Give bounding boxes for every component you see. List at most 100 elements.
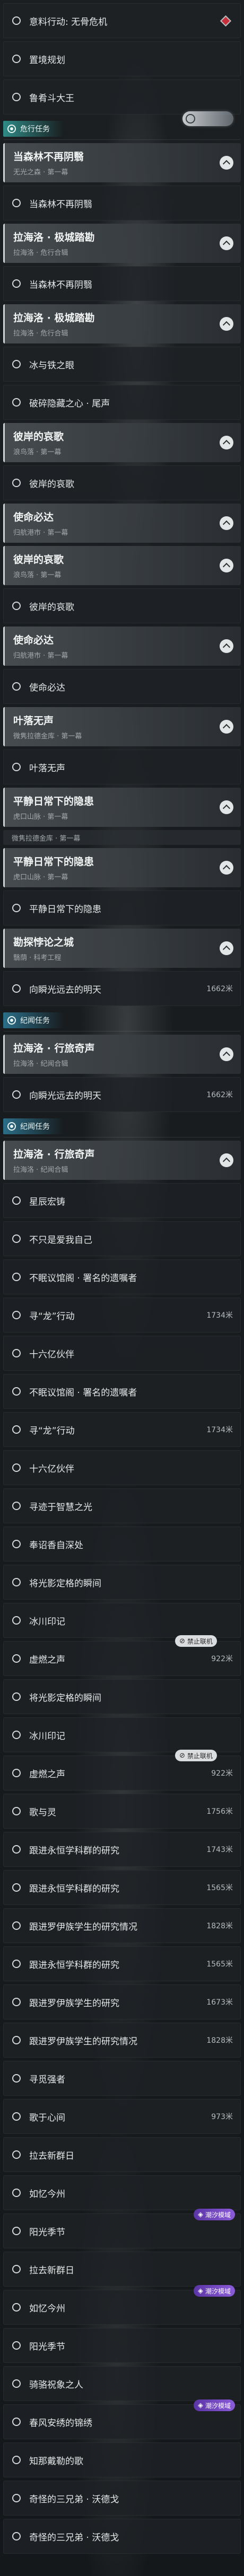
quest-item[interactable]: 虚燃之声 922米 禁止联机	[3, 1635, 241, 1676]
quest-item[interactable]: 彼岸的哀歌	[3, 465, 241, 500]
chevron-up-icon[interactable]	[220, 156, 233, 170]
chevron-up-icon[interactable]	[220, 436, 233, 449]
quest-title: 拉去新群日	[29, 2265, 74, 2276]
quest-item[interactable]: 寻“龙”行动 1734米	[3, 1412, 241, 1447]
quest-item[interactable]: 跟进罗伊族学生的研究情况 1828米	[3, 2023, 241, 2058]
quest-item[interactable]: 星辰宏铸	[3, 1183, 241, 1218]
quest-group-header[interactable]: 勘探悖论之城 翳荫 · 科考工程	[3, 929, 241, 968]
section-tag[interactable]: 纪闻任务	[3, 1118, 64, 1134]
quest-group-header[interactable]: 拉海洛 · 行旅奇声 拉海洛 · 纪闻合辑	[3, 1141, 241, 1180]
quest-item[interactable]: 歌于心间 973米	[3, 2099, 241, 2134]
quest-group-header[interactable]: 平静日常下的隐患 虎口山脉 · 第一幕	[3, 788, 241, 827]
quest-item[interactable]: 跟进罗伊族学生的研究情况 1828米	[3, 1908, 241, 1943]
quest-item[interactable]: 如忆今州	[3, 2175, 241, 2210]
quest-item[interactable]: 拉去新群日	[3, 2137, 241, 2172]
quest-title: 知那戴勒的歌	[29, 2456, 83, 2467]
quest-group-text: 拉海洛 · 极城踏勘 拉海洛 · 危行合辑	[13, 310, 94, 338]
quest-group-title: 拉海洛 · 极城踏勘	[13, 232, 95, 243]
quest-item[interactable]: 向瞬光远去的明天 1662米	[3, 1077, 241, 1112]
section-tag[interactable]: 纪闻任务	[3, 1012, 64, 1028]
quest-item[interactable]: 不眠议馆阁 · 署名的遗嘱者	[3, 1259, 241, 1294]
quest-item[interactable]: 彼岸的哀歌	[3, 588, 241, 623]
quest-group-header[interactable]: 彼岸的哀歌 浪鸟落 · 第一幕	[3, 546, 241, 585]
quest-group-header[interactable]: 使命必达 归航港市 · 第一幕	[3, 504, 241, 543]
quest-item[interactable]: 寻“龙”行动 1734米	[3, 1298, 241, 1333]
quest-group-subtitle: 虎口山脉 · 第一幕	[13, 874, 68, 881]
quest-group-header[interactable]: 当森林不再阴翳 无光之森 · 第一幕	[3, 143, 241, 182]
quest-item[interactable]: 当森林不再阴翳	[3, 186, 241, 220]
quest-item[interactable]: 十六亿伙伴	[3, 1450, 241, 1485]
quest-item[interactable]: 平静日常下的隐患	[3, 890, 241, 925]
quest-item[interactable]: 阳光季节	[3, 2328, 241, 2363]
quest-item[interactable]: 叶落无声	[3, 749, 241, 784]
quest-item[interactable]: 意料行动: 无骨危机	[3, 3, 241, 38]
chevron-up-icon[interactable]	[220, 720, 233, 734]
compass-icon	[7, 124, 16, 133]
quest-item[interactable]: 奇怪的三兄弟 · 沃德戈	[3, 2481, 241, 2516]
quest-item[interactable]: 骑骆祝象之人	[3, 2366, 241, 2401]
quest-item[interactable]: 冰与铁之眼	[3, 347, 241, 382]
quest-item[interactable]: 虚燃之声 922米 禁止联机	[3, 1750, 241, 1790]
quest-item[interactable]: 将光影定格的瞬间	[3, 1679, 241, 1714]
chevron-up-icon[interactable]	[220, 516, 233, 530]
quest-group-subtitle: 翳荫 · 科考工程	[13, 954, 62, 962]
quest-item[interactable]: 使命必达	[3, 669, 241, 704]
quest-item[interactable]: 鲁肴斗大王	[3, 80, 241, 114]
quest-item[interactable]: 春风安绣的锦绣 潮汐模域	[3, 2399, 241, 2439]
quest-item[interactable]: 阳光季节 潮汐模域	[3, 2209, 241, 2248]
quest-distance: 1828米	[206, 1922, 233, 1930]
chevron-up-icon[interactable]	[220, 1047, 233, 1061]
quest-item[interactable]: 不只是爱我自己	[3, 1221, 241, 1256]
quest-group-title: 当森林不再阴翳	[13, 151, 84, 163]
quest-item[interactable]: 跟进永恒学科群的研究 1565米	[3, 1870, 241, 1905]
quest-group-header[interactable]: 彼岸的哀歌 浪鸟落 · 第一幕	[3, 423, 241, 462]
quest-title: 十六亿伙伴	[29, 1349, 74, 1360]
chevron-up-icon[interactable]	[220, 639, 233, 653]
chevron-up-icon[interactable]	[220, 317, 233, 331]
quest-item[interactable]: 歌与灵 1756米	[3, 1794, 241, 1829]
quest-ring-icon	[12, 2379, 21, 2388]
quest-group-title: 使命必达	[13, 634, 54, 646]
quest-item[interactable]: 十六亿伙伴	[3, 1336, 241, 1371]
quest-item[interactable]: 奉诏香自深处	[3, 1527, 241, 1562]
section-tag[interactable]: 危行任务	[3, 120, 64, 137]
quest-item[interactable]: 破碎隐藏之心 · 尾声	[3, 385, 241, 420]
chevron-up-icon[interactable]	[220, 861, 233, 875]
chevron-up-icon[interactable]	[220, 941, 233, 955]
quest-title: 跟进永恒学科群的研究	[29, 1960, 119, 1971]
quest-item[interactable]: 如忆今州 潮汐模域	[3, 2285, 241, 2325]
chevron-up-icon[interactable]	[220, 236, 233, 250]
quest-group-subtitle: 微隽拉德金库 · 第一幕	[13, 733, 82, 740]
quest-item[interactable]: 拉去新群日	[3, 2252, 241, 2287]
quest-item[interactable]: 寻迹于智慧之光	[3, 1488, 241, 1523]
diamond-icon	[221, 16, 230, 25]
quest-item[interactable]: 冰川印记	[3, 1717, 241, 1752]
chevron-up-icon[interactable]	[220, 559, 233, 572]
quest-group-header[interactable]: 叶落无声 微隽拉德金库 · 第一幕	[3, 707, 241, 746]
quest-item[interactable]: 跟进永恒学科群的研究 1565米	[3, 1946, 241, 1981]
quest-item[interactable]: 跟进罗伊族学生的研究 1673米	[3, 1984, 241, 2019]
quest-item[interactable]: 奇怪的三兄弟 · 沃德戈	[3, 2519, 241, 2554]
quest-ring-icon	[12, 55, 21, 63]
quest-title: 星辰宏铸	[29, 1196, 65, 1207]
chevron-up-icon[interactable]	[220, 800, 233, 814]
quest-item[interactable]: 跟进永恒学科群的研究 1743米	[3, 1832, 241, 1867]
quest-item[interactable]: 知那戴勒的歌	[3, 2442, 241, 2477]
quest-group-header[interactable]: 拉海洛 · 极城踏勘 拉海洛 · 危行合辑	[3, 304, 241, 343]
quest-group-header[interactable]: 平静日常下的隐患 虎口山脉 · 第一幕	[3, 848, 241, 887]
quest-group-header[interactable]: 拉海洛 · 行旅奇声 拉海洛 · 纪闻合辑	[3, 1035, 241, 1074]
quest-title: 骑骆祝象之人	[29, 2379, 83, 2390]
quest-title: 奇怪的三兄弟 · 沃德戈	[29, 2532, 119, 2543]
quest-item[interactable]: 当森林不再阴翳	[3, 266, 241, 301]
quest-item[interactable]: 不眠议馆阁 · 署名的遗嘱者	[3, 1374, 241, 1409]
quest-item[interactable]: 置境规划	[3, 41, 241, 76]
quest-item[interactable]: 寻觅强者	[3, 2061, 241, 2096]
quest-item[interactable]: 向瞬光远去的明天 1662米	[3, 971, 241, 1006]
chevron-up-icon[interactable]	[220, 1153, 233, 1167]
quest-group-header[interactable]: 使命必达 归航港市 · 第一幕	[3, 627, 241, 666]
quest-distance: 922米	[211, 1655, 233, 1663]
quest-group-title: 使命必达	[13, 511, 54, 523]
quest-item[interactable]: 冰川印记	[3, 1603, 241, 1638]
quest-item[interactable]: 将光影定格的瞬间	[3, 1565, 241, 1600]
quest-group-header[interactable]: 拉海洛 · 极城踏勘 拉海洛 · 危行合辑	[3, 224, 241, 263]
